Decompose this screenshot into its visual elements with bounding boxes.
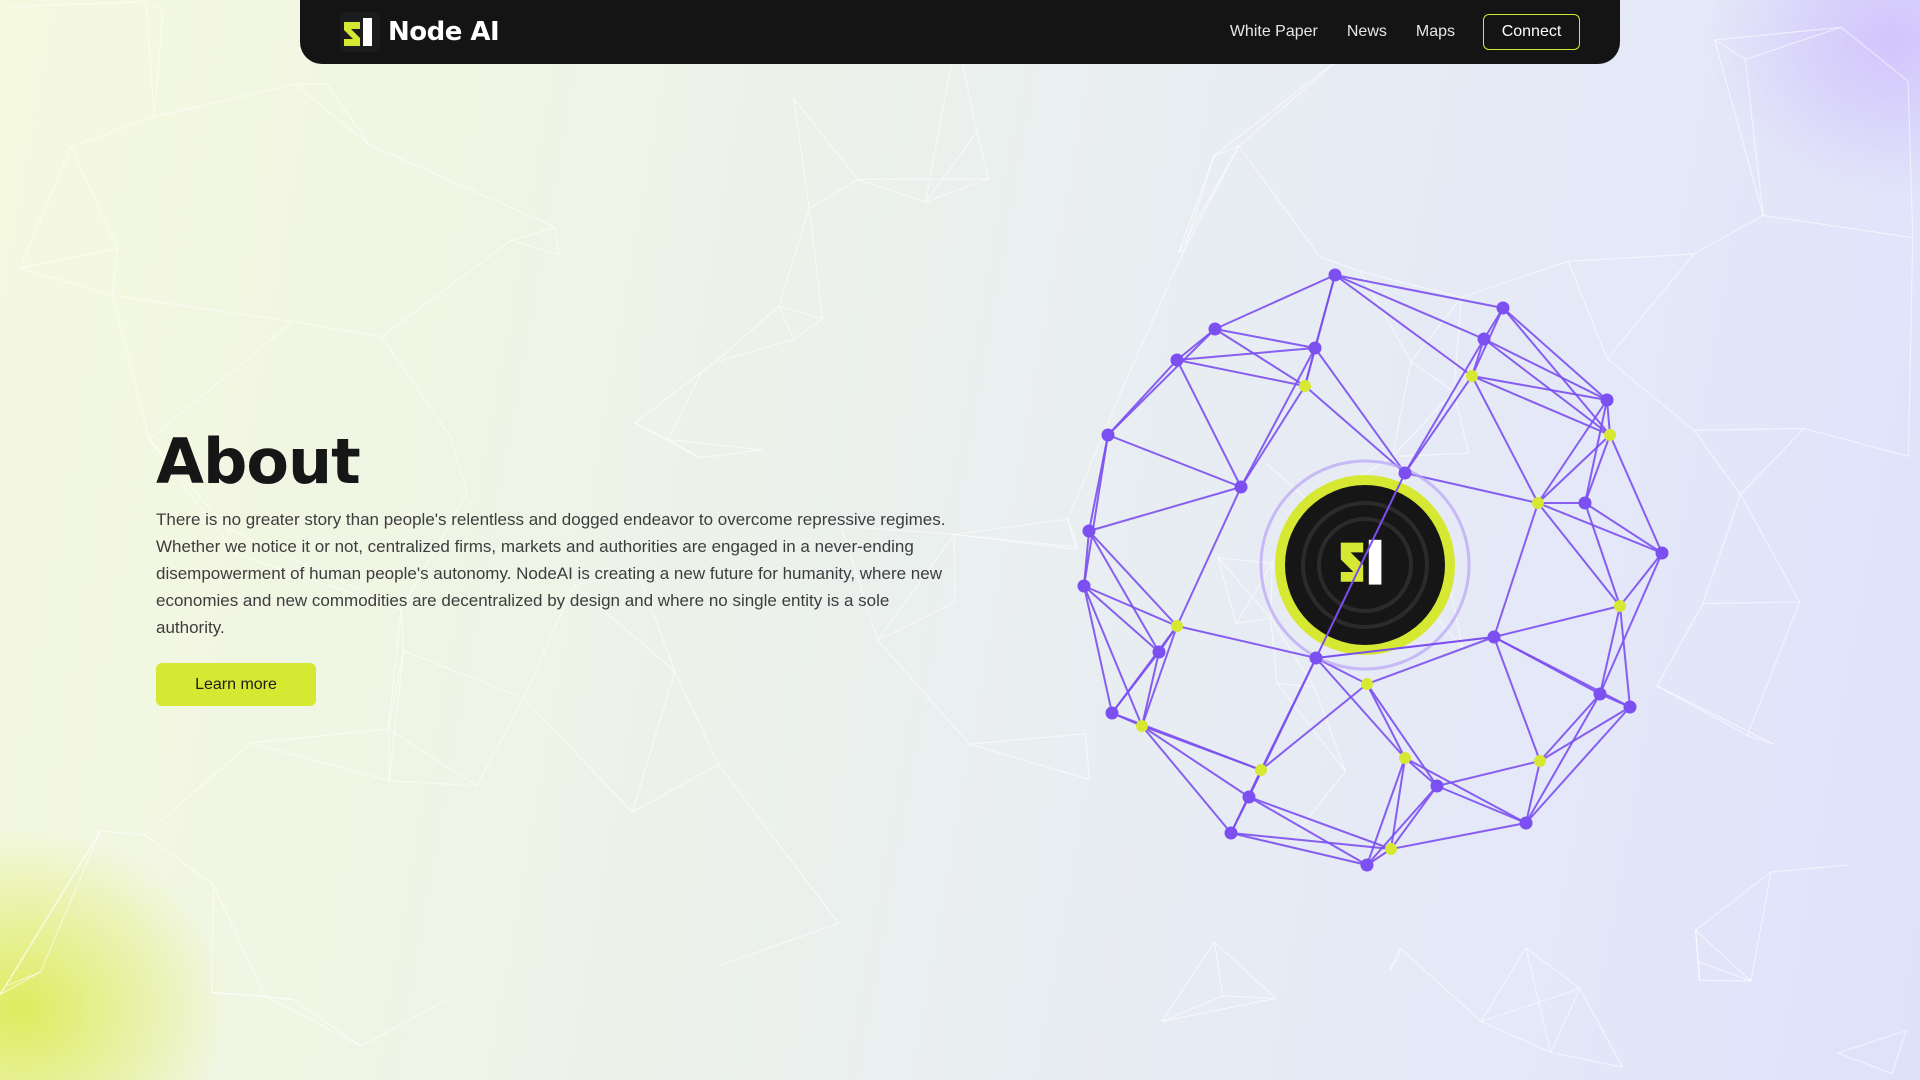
sphere-node [1255,764,1267,776]
sphere-node [1593,687,1607,701]
about-section: About There is no greater story than peo… [156,420,976,706]
nav-links: White Paper News Maps Connect [1230,14,1580,50]
sphere-node [1477,332,1491,346]
sphere-node [1361,678,1373,690]
network-sphere-graphic [1077,268,1669,872]
sphere-node [1224,826,1238,840]
sphere-node [1614,600,1626,612]
sphere-node [1360,858,1374,872]
sphere-node [1578,496,1592,510]
sphere-node [1487,630,1501,644]
sphere-node [1152,645,1166,659]
sphere-node [1170,353,1184,367]
sphere-node [1299,380,1311,392]
sphere-node [1466,370,1478,382]
sphere-node [1398,466,1412,480]
sphere-node [1430,779,1444,793]
sphere-node [1309,651,1323,665]
about-description: There is no greater story than people's … [156,510,946,637]
sphere-node [1077,579,1091,593]
sphere-node [1308,341,1322,355]
sphere-node [1082,524,1096,538]
node-ai-logo-icon [340,12,380,52]
sphere-node [1534,755,1546,767]
learn-more-button[interactable]: Learn more [156,663,316,706]
sphere-node [1328,268,1342,282]
sphere-node [1655,546,1669,560]
center-core [1285,485,1445,645]
connect-button[interactable]: Connect [1483,14,1580,50]
top-navbar: Node AI White Paper News Maps Connect [300,0,1620,64]
about-title: About [156,425,361,498]
sphere-node [1604,429,1616,441]
sphere-node [1234,480,1248,494]
sphere-node [1519,816,1533,830]
sphere-node [1136,720,1148,732]
sphere-node [1496,301,1510,315]
brand[interactable]: Node AI [340,12,500,52]
nav-link-white-paper[interactable]: White Paper [1230,23,1318,41]
sphere-node [1171,620,1183,632]
nav-link-news[interactable]: News [1347,23,1387,41]
sphere-node [1101,428,1115,442]
sphere-node [1242,790,1256,804]
sphere-node [1600,393,1614,407]
sphere-node [1399,752,1411,764]
nav-link-maps[interactable]: Maps [1416,23,1455,41]
brand-name: Node AI [388,17,500,47]
sphere-node [1208,322,1222,336]
sphere-node [1385,843,1397,855]
sphere-node [1105,706,1119,720]
sphere-node [1532,497,1544,509]
sphere-node [1623,700,1637,714]
